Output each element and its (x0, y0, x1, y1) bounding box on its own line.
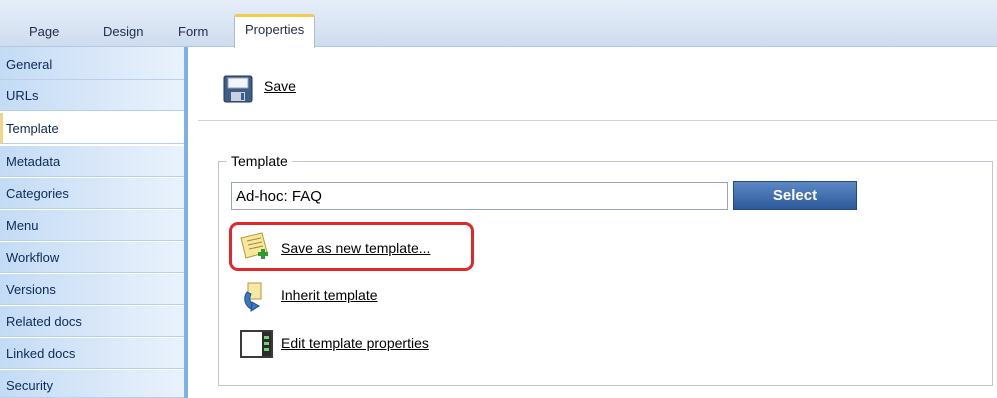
save-as-new-template-link[interactable]: Save as new template... (281, 240, 430, 256)
sidebar-item-general[interactable]: General (0, 47, 184, 80)
sidebar-item-categories[interactable]: Categories (0, 178, 184, 209)
tab-form[interactable]: Form (178, 22, 208, 42)
sidebar-item-template[interactable]: Template (0, 113, 184, 144)
sidebar-item-metadata[interactable]: Metadata (0, 146, 184, 177)
save-button[interactable]: Save (264, 78, 296, 94)
sidebar: General URLs Template Metadata Categorie… (0, 47, 184, 398)
template-legend: Template (231, 153, 288, 169)
select-template-button[interactable]: Select (733, 181, 857, 210)
sidebar-item-linked-docs[interactable]: Linked docs (0, 338, 184, 369)
floppy-disk-icon[interactable] (223, 75, 253, 103)
sidebar-item-related-docs[interactable]: Related docs (0, 306, 184, 337)
sidebar-item-urls[interactable]: URLs (0, 80, 184, 111)
sidebar-divider (184, 47, 188, 398)
sidebar-item-security[interactable]: Security (0, 370, 184, 398)
template-name-field[interactable] (231, 182, 728, 210)
tab-bar: Page Design Form Properties (0, 0, 997, 48)
toolbar-separator (198, 120, 997, 121)
edit-template-properties-link[interactable]: Edit template properties (281, 335, 429, 351)
edit-properties-icon[interactable] (240, 329, 274, 359)
tab-page[interactable]: Page (29, 22, 59, 42)
sidebar-item-workflow[interactable]: Workflow (0, 242, 184, 273)
tab-design[interactable]: Design (103, 22, 143, 42)
sidebar-item-versions[interactable]: Versions (0, 274, 184, 305)
sidebar-item-menu[interactable]: Menu (0, 210, 184, 241)
save-template-icon[interactable] (238, 230, 272, 264)
tab-properties[interactable]: Properties (234, 14, 316, 48)
inherit-template-icon[interactable] (241, 282, 265, 312)
inherit-template-link[interactable]: Inherit template (281, 287, 378, 303)
